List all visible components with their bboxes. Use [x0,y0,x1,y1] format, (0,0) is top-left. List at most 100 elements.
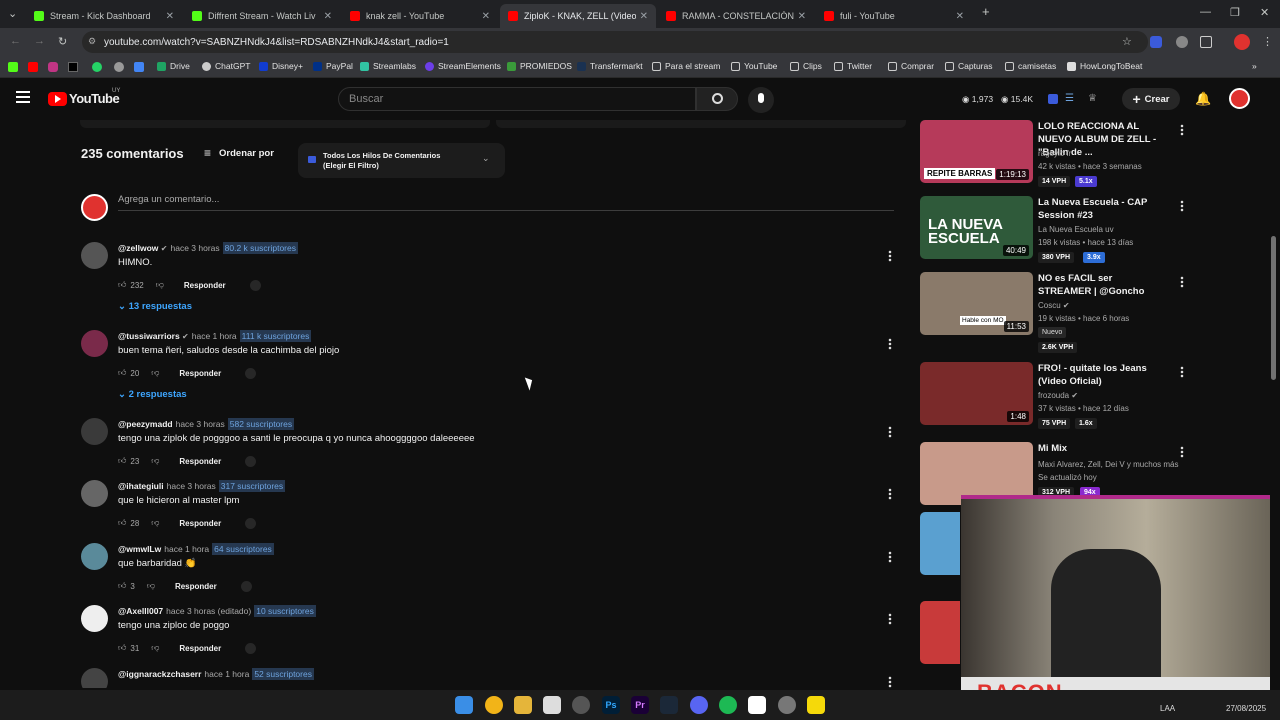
comment-menu-icon[interactable] [888,426,892,438]
comment-author[interactable]: @zellwow [118,243,158,253]
whatsapp-bookmark-icon[interactable] [92,62,102,72]
photoshop-icon[interactable]: Ps [602,696,620,714]
avatar[interactable] [81,668,108,688]
dislike-icon[interactable]: 👎︎ [151,643,159,653]
more-bookmarks-icon[interactable]: » [1252,61,1257,71]
list-icon[interactable]: ☰ [1065,93,1074,104]
reaction-icon[interactable] [245,642,257,654]
reload-icon[interactable]: ↻ [58,35,67,48]
video-title[interactable]: Mi Mix [1038,442,1168,455]
video-thumbnail[interactable] [920,512,960,575]
video-channel[interactable]: Coscu ✔ [1038,301,1070,310]
back-icon[interactable]: ← [10,35,21,47]
account-avatar[interactable] [1229,88,1250,109]
reply-button[interactable]: Responder [179,644,221,653]
kick-bookmark-icon[interactable] [8,62,18,72]
notion-icon[interactable] [748,696,766,714]
video-menu-icon[interactable] [1180,366,1184,378]
close-tab-icon[interactable]: ✕ [482,11,490,22]
tab-ziplok[interactable]: ZiploK - KNAK, ZELL (Video Ofi✕ [500,4,656,28]
comment-author[interactable]: @iggnarackzchaserr [118,669,201,679]
comment-time[interactable]: hace 3 horas [167,481,216,491]
voice-search-button[interactable] [748,87,774,113]
file-explorer-icon[interactable] [514,696,532,714]
tab-search-icon[interactable]: ⌄ [8,7,17,20]
minimize-icon[interactable]: — [1200,6,1211,18]
comment-menu-icon[interactable] [888,676,892,688]
replies-toggle[interactable]: ⌄ 2 respuestas [118,389,187,400]
bookmark-streamelements[interactable]: StreamElements [425,61,501,71]
profile-avatar[interactable] [1234,34,1250,50]
close-tab-icon[interactable]: ✕ [166,11,174,22]
discord-icon[interactable] [690,696,708,714]
reaction-icon[interactable] [240,580,252,592]
search-button[interactable] [696,87,738,111]
like-icon[interactable]: 👍︎ [118,456,126,466]
reaction-icon[interactable] [249,279,261,291]
close-tab-icon[interactable]: ✕ [324,11,332,22]
instagram-bookmark-icon[interactable] [48,62,58,72]
reply-button[interactable]: Responder [179,519,221,528]
bookmark-transfermarkt[interactable]: Transfermarkt [577,61,643,71]
tab-kick-dashboard[interactable]: Stream - Kick Dashboard ✕ [26,4,182,28]
video-channel[interactable]: frozouda ✔ [1038,391,1078,400]
comment-author[interactable]: @peezymadd [118,419,173,429]
video-menu-icon[interactable] [1180,446,1184,458]
avatar[interactable] [81,418,108,445]
close-tab-icon[interactable]: ✕ [956,11,964,22]
comment-time[interactable]: hace 3 horas (editado) [166,606,251,616]
video-thumbnail[interactable]: 1:48 [920,362,1033,425]
bookmark-star-icon[interactable]: ☆ [1122,35,1132,48]
tab-knak-zell[interactable]: knak zell - YouTube ✕ [342,4,498,28]
dislike-icon[interactable]: 👎︎ [151,456,159,466]
video-menu-icon[interactable] [1180,200,1184,212]
avatar[interactable] [81,330,108,357]
close-tab-icon[interactable]: ✕ [798,11,806,22]
reply-button[interactable]: Responder [179,369,221,378]
settings-icon[interactable] [778,696,796,714]
gmail-bookmark-icon[interactable] [134,62,144,72]
hamburger-menu-icon[interactable] [16,91,30,93]
notes-icon[interactable] [807,696,825,714]
comment-time[interactable]: hace 1 hora [192,331,237,341]
comment-author[interactable]: @tussiwarriors [118,331,180,341]
premiere-icon[interactable]: Pr [631,696,649,714]
video-menu-icon[interactable] [1180,276,1184,288]
video-title[interactable]: NO es FACIL ser STREAMER | @Goncho [1038,272,1168,298]
chrome-icon[interactable] [485,696,503,714]
reaction-icon[interactable] [245,455,257,467]
steam-icon[interactable] [660,696,678,714]
bookmark-paypal[interactable]: PayPal [313,61,353,71]
language-indicator[interactable]: LAA [1160,704,1175,713]
spotify-icon[interactable] [719,696,737,714]
avatar[interactable] [81,242,108,269]
forward-icon[interactable]: → [34,35,45,47]
bookmark-promiedos[interactable]: PROMIEDOS [507,61,572,71]
close-tab-icon[interactable]: ✕ [640,11,648,22]
trophy-icon[interactable]: ♕ [1088,93,1097,104]
x-bookmark-icon[interactable] [68,62,78,72]
comment-time[interactable]: hace 1 hora [164,544,209,554]
avatar[interactable] [81,480,108,507]
site-info-icon[interactable]: ⚙ [88,36,96,47]
bookmark-streamlabs[interactable]: Streamlabs [360,61,416,71]
bookmark-chatgpt[interactable]: ChatGPT [202,61,250,71]
comment-menu-icon[interactable] [888,613,892,625]
extensions-puzzle-icon[interactable] [1200,36,1212,48]
comment-filter-dropdown[interactable]: Todos Los Hilos De Comentarios (Elegir E… [298,143,505,178]
comment-author[interactable]: @wmwlLw [118,544,161,554]
comment-menu-icon[interactable] [888,488,892,500]
tab-ramma[interactable]: RAMMA - CONSTELACIÓN (Vid✕ [658,4,814,28]
comment-time[interactable]: hace 1 hora [204,669,249,679]
extension-icon[interactable] [1048,94,1058,104]
sort-by-button[interactable]: ≡ Ordenar por [204,146,274,160]
obs-icon[interactable] [572,696,590,714]
bookmark-folder-clips[interactable]: Clips [790,61,822,71]
bookmark-disney[interactable]: Disney+ [259,61,303,71]
bookmark-folder-capturas[interactable]: Capturas [945,61,993,71]
tab-fuli[interactable]: fuli - YouTube ✕ [816,4,972,28]
video-thumbnail[interactable]: LA NUEVA ESCUELA 40:49 [920,196,1033,259]
like-icon[interactable]: 👍︎ [118,581,126,591]
extension-icon[interactable] [1150,36,1162,48]
video-channel[interactable]: rageylo fr [1038,149,1071,158]
